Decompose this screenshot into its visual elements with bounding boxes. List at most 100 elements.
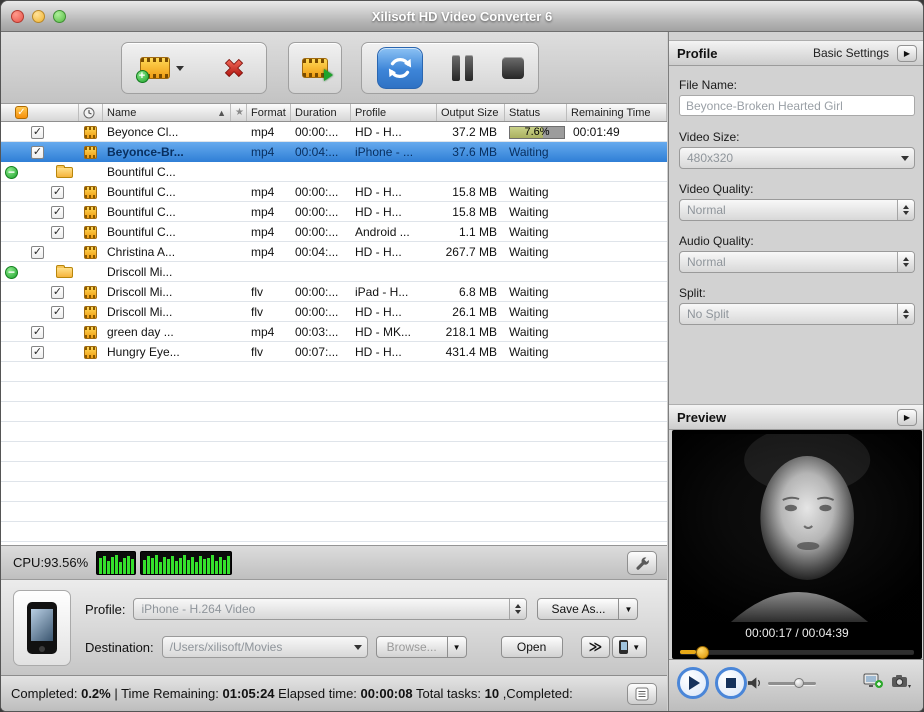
- volume-knob[interactable]: [794, 678, 804, 688]
- split-stepper[interactable]: [897, 304, 914, 324]
- pause-icon: [452, 55, 460, 81]
- merge-icon: [302, 58, 328, 78]
- remaining-time-cell: [567, 282, 667, 302]
- snapshot-button[interactable]: [889, 670, 913, 692]
- preview-area: 00:00:17 / 00:04:39: [672, 430, 922, 659]
- table-row[interactable]: −Bountiful C...: [1, 162, 667, 182]
- duration-cell: 00:00:...: [291, 282, 351, 302]
- table-row[interactable]: ✓Hungry Eye...flv00:07:...HD - H...431.4…: [1, 342, 667, 362]
- save-as-button[interactable]: Save As...: [537, 598, 619, 620]
- audio-quality-select[interactable]: Normal: [679, 251, 915, 273]
- table-row[interactable]: ✓Beyonce-Br...mp400:04:...iPhone - ...37…: [1, 142, 667, 162]
- status-cell: Waiting: [505, 242, 567, 262]
- delete-button[interactable]: [219, 53, 249, 83]
- transfer-button[interactable]: ≫: [581, 636, 611, 658]
- table-row[interactable]: ✓Driscoll Mi...flv00:00:...iPad - H...6.…: [1, 282, 667, 302]
- file-actions-group: +: [121, 42, 267, 94]
- add-files-dropdown-arrow-icon[interactable]: [176, 66, 184, 71]
- device-export-button[interactable]: ▼: [612, 636, 647, 658]
- cpu-meter-segment-1: [96, 551, 136, 575]
- row-checkbox[interactable]: ✓: [31, 146, 44, 159]
- format-column-header[interactable]: Format: [247, 104, 291, 121]
- stop-icon: [502, 57, 524, 79]
- seek-slider[interactable]: [680, 646, 914, 658]
- play-button[interactable]: [677, 667, 709, 699]
- merge-button[interactable]: [302, 58, 328, 78]
- table-row[interactable]: ✓Christina A...mp400:04:...HD - H...267.…: [1, 242, 667, 262]
- name-column-header[interactable]: Name ▲: [103, 104, 231, 121]
- open-button[interactable]: Open: [501, 636, 563, 658]
- seek-knob[interactable]: [696, 646, 709, 659]
- video-preview[interactable]: [675, 434, 919, 622]
- audio-quality-stepper[interactable]: [897, 252, 914, 272]
- add-file-icon: +: [140, 57, 170, 79]
- destination-select[interactable]: /Users/xilisoft/Movies: [162, 636, 368, 658]
- file-name-input[interactable]: [679, 95, 915, 116]
- destination-dropdown-arrow[interactable]: [349, 637, 367, 657]
- table-row[interactable]: ✓Bountiful C...mp400:00:...HD - H...15.8…: [1, 182, 667, 202]
- table-row[interactable]: ✓green day ...mp400:03:...HD - MK...218.…: [1, 322, 667, 342]
- convert-button[interactable]: [377, 47, 423, 89]
- stop-button[interactable]: [502, 57, 524, 79]
- close-button[interactable]: [11, 10, 24, 23]
- browse-dropdown-button[interactable]: ▼: [447, 636, 467, 658]
- table-row[interactable]: ✓Driscoll Mi...flv00:00:...HD - H...26.1…: [1, 302, 667, 322]
- table-row[interactable]: ✓Bountiful C...mp400:00:...Android ...1.…: [1, 222, 667, 242]
- output-size-cell: 15.8 MB: [437, 182, 505, 202]
- collapse-minus-icon[interactable]: −: [5, 166, 18, 179]
- check-all-checkbox[interactable]: ✓: [15, 106, 28, 119]
- video-quality-label: Video Quality:: [679, 182, 915, 196]
- clock-column-header[interactable]: [79, 104, 103, 121]
- row-checkbox[interactable]: ✓: [51, 306, 64, 319]
- check-column-header[interactable]: ✓: [1, 104, 79, 121]
- add-files-button[interactable]: +: [140, 57, 184, 79]
- favorite-column-header[interactable]: ★: [231, 104, 247, 121]
- profile-stepper[interactable]: [509, 599, 526, 619]
- row-checkbox[interactable]: ✓: [51, 206, 64, 219]
- pause-button[interactable]: [452, 55, 473, 81]
- minimize-button[interactable]: [32, 10, 45, 23]
- format-cell: mp4: [247, 142, 291, 162]
- stop-playback-button[interactable]: [715, 667, 747, 699]
- save-as-dropdown-button[interactable]: ▼: [618, 598, 638, 620]
- duration-column-header[interactable]: Duration: [291, 104, 351, 121]
- row-checkbox[interactable]: ✓: [31, 346, 44, 359]
- volume-slider[interactable]: [768, 677, 816, 689]
- status-column-header[interactable]: Status: [505, 104, 567, 121]
- app-window: Xilisoft HD Video Converter 6 +: [0, 0, 924, 712]
- zoom-button[interactable]: [53, 10, 66, 23]
- basic-settings-label[interactable]: Basic Settings: [813, 46, 889, 60]
- browse-button[interactable]: Browse...: [376, 636, 448, 658]
- profile-column-header[interactable]: Profile: [351, 104, 437, 121]
- settings-wrench-button[interactable]: [627, 551, 657, 575]
- format-cell: mp4: [247, 202, 291, 222]
- side-panel: Profile Basic Settings ▶ File Name: Vide…: [668, 32, 924, 711]
- profile-select[interactable]: iPhone - H.264 Video: [133, 598, 527, 620]
- profile-expand-button[interactable]: ▶: [897, 45, 917, 62]
- row-checkbox[interactable]: ✓: [51, 186, 64, 199]
- remaining-time-cell: [567, 342, 667, 362]
- row-checkbox[interactable]: ✓: [31, 126, 44, 139]
- table-row[interactable]: −Driscoll Mi...: [1, 262, 667, 282]
- split-select[interactable]: No Split: [679, 303, 915, 325]
- title-bar[interactable]: Xilisoft HD Video Converter 6: [1, 1, 923, 32]
- video-quality-select[interactable]: Normal: [679, 199, 915, 221]
- row-checkbox[interactable]: ✓: [31, 326, 44, 339]
- row-checkbox[interactable]: ✓: [31, 246, 44, 259]
- table-row[interactable]: ✓Bountiful C...mp400:00:...HD - H...15.8…: [1, 202, 667, 222]
- profile-cell: Android ...: [351, 222, 437, 242]
- row-checkbox[interactable]: ✓: [51, 226, 64, 239]
- status-cell: Waiting: [505, 302, 567, 322]
- file-name-cell: Hungry Eye...: [103, 342, 231, 362]
- compare-button[interactable]: [861, 670, 885, 692]
- video-quality-stepper[interactable]: [897, 200, 914, 220]
- collapse-minus-icon[interactable]: −: [5, 266, 18, 279]
- task-log-button[interactable]: [627, 683, 657, 705]
- iphone-icon: [27, 602, 57, 654]
- output-size-column-header[interactable]: Output Size: [437, 104, 505, 121]
- table-row[interactable]: ✓Beyonce Cl...mp400:00:...HD - H...37.2 …: [1, 122, 667, 142]
- row-checkbox[interactable]: ✓: [51, 286, 64, 299]
- preview-expand-button[interactable]: ▶: [897, 409, 917, 426]
- remaining-time-column-header[interactable]: Remaining Time: [567, 104, 667, 121]
- video-size-select[interactable]: 480x320: [679, 147, 915, 169]
